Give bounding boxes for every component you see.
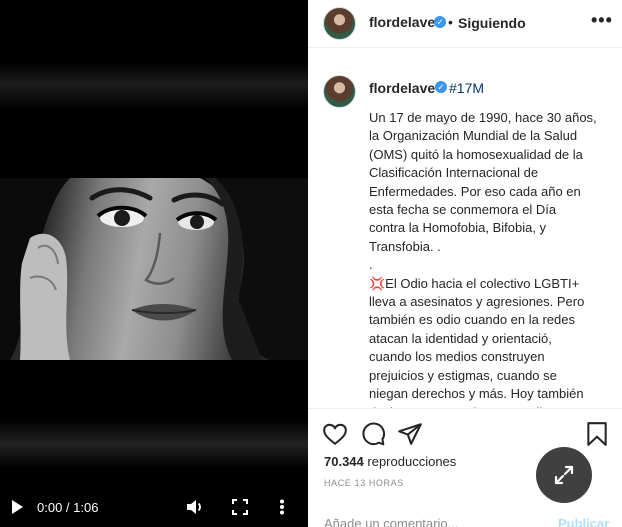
post-header: flordelave ✓ • Siguiendo ••• (308, 0, 622, 48)
video-frame-portrait (0, 178, 308, 360)
verified-badge-icon: ✓ (435, 81, 447, 93)
video-gradient-band (0, 420, 308, 468)
heart-icon[interactable] (322, 421, 348, 447)
caption-avatar[interactable] (323, 75, 356, 108)
play-icon[interactable] (10, 492, 24, 522)
video-gradient-band (0, 62, 308, 110)
comment-icon[interactable] (360, 421, 386, 447)
post-timestamp: HACE 13 HORAS (324, 478, 404, 488)
header-username[interactable]: flordelave (369, 14, 435, 30)
views-number: 70.344 (324, 454, 364, 469)
video-player[interactable]: 0:00 / 1:06 (0, 0, 308, 527)
post-panel: flordelave ✓ • Siguiendo ••• flordelave … (308, 0, 622, 527)
comment-input[interactable]: Añade un comentario... (324, 516, 458, 527)
views-count: 70.344 reproducciones (324, 454, 456, 469)
caption-username[interactable]: flordelave (369, 80, 435, 96)
hashtag-link[interactable]: #17M (449, 80, 484, 96)
share-icon[interactable] (397, 421, 423, 447)
video-time-readout: 0:00 / 1:06 (37, 499, 99, 515)
avatar[interactable] (323, 7, 356, 40)
follow-status-button[interactable]: Siguiendo (458, 15, 526, 31)
expand-icon[interactable] (536, 447, 592, 503)
fullscreen-icon[interactable] (232, 492, 248, 522)
comment-bar: Añade un comentario... Publicar (308, 513, 622, 527)
caption-text: Un 17 de mayo de 1990, hace 30 años, la … (369, 110, 597, 408)
dot-separator: • (448, 14, 453, 30)
verified-badge-icon: ✓ (434, 16, 446, 28)
volume-icon[interactable] (186, 492, 204, 522)
video-controls: 0:00 / 1:06 (0, 492, 308, 522)
post-caption: flordelave ✓ #17M Un 17 de mayo de 1990,… (308, 48, 622, 408)
views-label: reproducciones (367, 454, 457, 469)
more-vertical-icon[interactable] (279, 492, 285, 522)
more-options-icon[interactable]: ••• (591, 10, 613, 31)
publish-button[interactable]: Publicar (558, 516, 609, 527)
bookmark-icon[interactable] (585, 421, 611, 447)
